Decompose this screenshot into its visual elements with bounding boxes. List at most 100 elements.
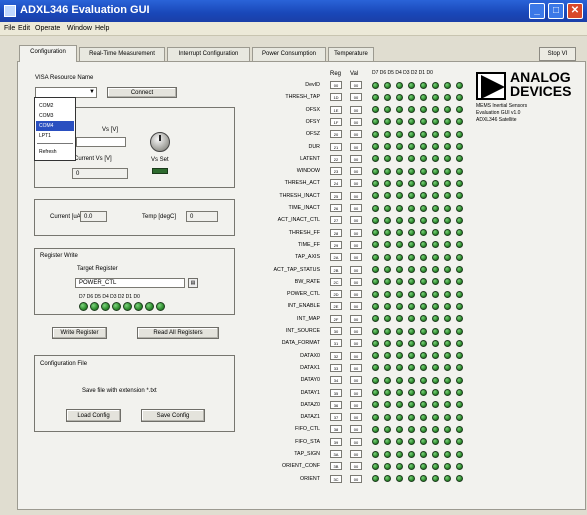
register-bit-led[interactable] [432, 93, 439, 101]
register-bit-led[interactable] [444, 118, 451, 126]
register-bit-led[interactable] [396, 81, 403, 89]
register-bit-led[interactable] [408, 450, 415, 458]
register-bit-led[interactable] [444, 204, 451, 212]
register-bit-led[interactable] [372, 475, 379, 483]
register-bit-led[interactable] [396, 425, 403, 433]
register-bit-led[interactable] [396, 266, 403, 273]
register-bit-led[interactable] [420, 130, 427, 138]
register-bit-led[interactable] [444, 130, 451, 138]
register-bit-led[interactable] [420, 413, 427, 421]
register-bit-led[interactable] [408, 389, 415, 396]
register-bit-led[interactable] [372, 376, 379, 384]
register-bit-led[interactable] [420, 155, 427, 163]
register-bit-led[interactable] [432, 339, 439, 347]
register-bit-led[interactable] [384, 155, 391, 163]
register-bit-led[interactable] [384, 179, 391, 187]
register-bit-led[interactable] [396, 143, 403, 150]
register-bit-led[interactable] [456, 93, 463, 101]
register-bit-led[interactable] [396, 438, 403, 446]
register-bit-led[interactable] [372, 339, 379, 347]
register-bit-led[interactable] [420, 167, 427, 175]
register-bit-led[interactable] [396, 302, 403, 310]
register-bit-led[interactable] [408, 253, 415, 261]
register-bit-led[interactable] [384, 241, 391, 249]
register-bit-led[interactable] [444, 143, 451, 150]
register-bit-led[interactable] [396, 462, 403, 470]
register-bit-led[interactable] [408, 290, 415, 298]
register-bit-led[interactable] [384, 192, 391, 200]
register-bit-led[interactable] [384, 302, 391, 310]
register-bit-led[interactable] [432, 475, 439, 483]
register-bit-led[interactable] [420, 438, 427, 446]
register-bit-led[interactable] [384, 130, 391, 138]
register-bit-led[interactable] [384, 143, 391, 150]
register-bit-led[interactable] [396, 290, 403, 298]
register-bit-led[interactable] [408, 413, 415, 421]
register-bit-led[interactable] [456, 216, 463, 224]
register-bit-led[interactable] [456, 438, 463, 446]
register-bit-led[interactable] [384, 167, 391, 175]
register-bit-led[interactable] [444, 302, 451, 310]
register-bit-led[interactable] [372, 462, 379, 470]
register-bit-led[interactable] [432, 413, 439, 421]
register-bit-led[interactable] [372, 290, 379, 298]
register-bit-led[interactable] [372, 229, 379, 237]
register-bit-led[interactable] [432, 118, 439, 126]
register-bit-led[interactable] [396, 204, 403, 212]
register-bit-led[interactable] [372, 389, 379, 396]
register-bit-led[interactable] [420, 229, 427, 237]
register-bit-led[interactable] [444, 339, 451, 347]
register-bit-led[interactable] [432, 81, 439, 89]
register-bit-led[interactable] [408, 364, 415, 372]
register-bit-led[interactable] [372, 302, 379, 310]
register-bit-led[interactable] [372, 192, 379, 200]
register-bit-led[interactable] [372, 425, 379, 433]
register-bit-led[interactable] [408, 167, 415, 175]
register-bit-led[interactable] [408, 266, 415, 273]
register-bit-led[interactable] [372, 143, 379, 150]
register-bit-led[interactable] [408, 192, 415, 200]
register-bit-led[interactable] [456, 118, 463, 126]
register-bit-led[interactable] [432, 192, 439, 200]
register-bit-led[interactable] [444, 376, 451, 384]
register-bit-led[interactable] [408, 438, 415, 446]
register-bit-led[interactable] [384, 290, 391, 298]
register-bit-led[interactable] [408, 401, 415, 409]
register-bit-led[interactable] [456, 401, 463, 409]
register-bit-led[interactable] [432, 401, 439, 409]
register-bit-led[interactable] [372, 450, 379, 458]
register-bit-led[interactable] [372, 413, 379, 421]
register-bit-led[interactable] [408, 327, 415, 335]
register-bit-led[interactable] [384, 389, 391, 396]
register-bit-led[interactable] [456, 179, 463, 187]
register-bit-led[interactable] [396, 155, 403, 163]
register-bit-led[interactable] [456, 339, 463, 347]
register-bit-led[interactable] [456, 327, 463, 335]
register-bit-led[interactable] [444, 389, 451, 396]
register-bit-led[interactable] [456, 364, 463, 372]
register-bit-led[interactable] [420, 179, 427, 187]
register-bit-led[interactable] [384, 413, 391, 421]
register-bit-led[interactable] [396, 167, 403, 175]
register-bit-led[interactable] [372, 438, 379, 446]
register-bit-led[interactable] [444, 253, 451, 261]
register-bit-led[interactable] [384, 81, 391, 89]
register-bit-led[interactable] [432, 302, 439, 310]
register-bit-led[interactable] [444, 450, 451, 458]
register-bit-led[interactable] [372, 253, 379, 261]
register-bit-led[interactable] [384, 229, 391, 237]
register-bit-led[interactable] [384, 339, 391, 347]
register-bit-led[interactable] [444, 425, 451, 433]
register-bit-led[interactable] [408, 302, 415, 310]
register-bit-led[interactable] [432, 143, 439, 150]
register-bit-led[interactable] [432, 155, 439, 163]
register-bit-led[interactable] [432, 179, 439, 187]
register-bit-led[interactable] [456, 376, 463, 384]
register-bit-led[interactable] [456, 278, 463, 286]
register-bit-led[interactable] [372, 327, 379, 335]
register-bit-led[interactable] [384, 462, 391, 470]
register-bit-led[interactable] [456, 241, 463, 249]
register-bit-led[interactable] [396, 339, 403, 347]
register-bit-led[interactable] [420, 352, 427, 360]
register-bit-led[interactable] [456, 167, 463, 175]
